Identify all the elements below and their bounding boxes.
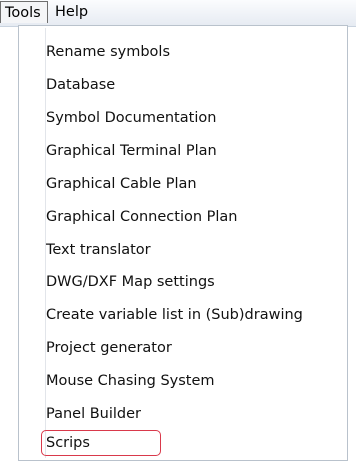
menu-item-graphical-terminal-plan[interactable]: Graphical Terminal Plan	[46, 139, 217, 163]
menu-help[interactable]: Help	[51, 1, 101, 23]
menu-item-rename-symbols[interactable]: Rename symbols	[46, 40, 170, 64]
menu-item-graphical-cable-plan[interactable]: Graphical Cable Plan	[46, 172, 197, 196]
menu-item-text-translator[interactable]: Text translator	[46, 238, 151, 262]
menu-tools[interactable]: Tools	[0, 1, 48, 23]
menu-bar: Tools Help	[0, 0, 356, 27]
menu-item-mouse-chasing-system[interactable]: Mouse Chasing System	[46, 369, 215, 393]
menu-item-graphical-connection-plan[interactable]: Graphical Connection Plan	[46, 205, 238, 229]
menu-item-create-variable-list[interactable]: Create variable list in (Sub)drawing	[46, 303, 303, 327]
highlight-box-scrips	[41, 430, 161, 456]
app-window: Tools Help Rename symbols Database Symbo…	[0, 0, 356, 463]
menu-item-panel-builder[interactable]: Panel Builder	[46, 402, 141, 426]
menu-item-dwg-dxf-map-settings[interactable]: DWG/DXF Map settings	[46, 270, 215, 294]
menu-item-project-generator[interactable]: Project generator	[46, 336, 172, 360]
menu-item-database[interactable]: Database	[46, 73, 115, 97]
menu-item-symbol-documentation[interactable]: Symbol Documentation	[46, 106, 216, 130]
